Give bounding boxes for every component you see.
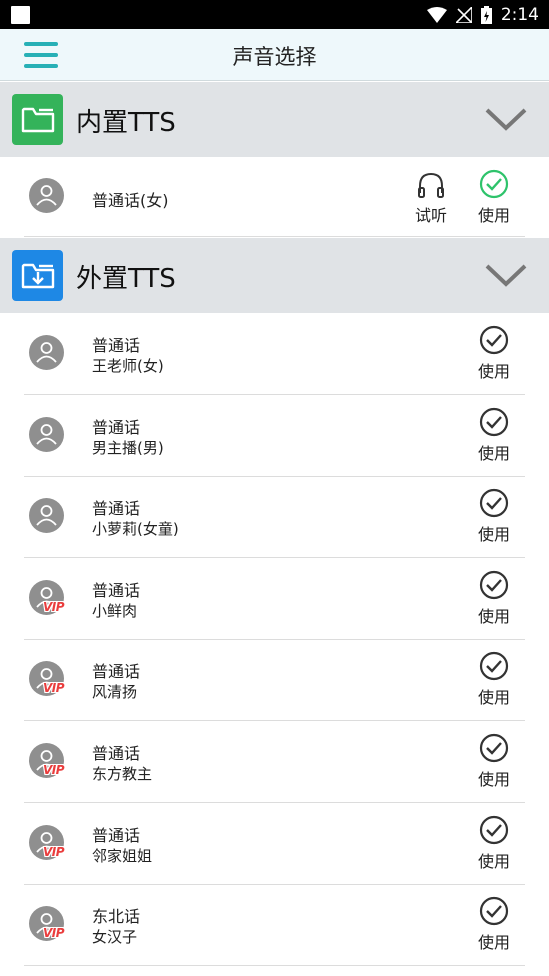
use-label: 使用 — [477, 362, 510, 381]
section-header-builtin-tts[interactable]: 内置TTS — [0, 82, 549, 157]
section-title: 内置TTS — [76, 108, 176, 138]
voice-name: 东方教主 — [92, 765, 153, 783]
clock: 2:14 — [500, 4, 539, 25]
avatar: VIP — [29, 661, 65, 696]
check-circle-icon — [479, 325, 509, 355]
avatar: VIP — [29, 580, 65, 615]
list-item[interactable]: 普通话男主播(男) 使用 — [0, 395, 549, 477]
check-circle-icon — [479, 169, 509, 199]
use-label: 使用 — [477, 933, 510, 952]
list-item[interactable]: 普通话王老师(女) 使用 — [0, 313, 549, 395]
use-label: 使用 — [477, 444, 510, 463]
voice-name: 王老师(女) — [92, 357, 164, 375]
avatar — [29, 498, 64, 533]
use-button[interactable]: 使用 — [471, 325, 517, 382]
headphones-icon — [418, 172, 444, 198]
avatar — [29, 178, 64, 213]
voice-language: 普通话 — [92, 662, 141, 681]
page-title: 声音选择 — [232, 45, 317, 69]
preview-label: 试听 — [414, 206, 447, 225]
voice-name: 普通话(女) — [92, 191, 169, 210]
voice-name: 男主播(男) — [92, 439, 164, 457]
voice-name: 邻家姐姐 — [92, 847, 153, 865]
use-label: 使用 — [477, 770, 510, 789]
avatar — [29, 335, 64, 370]
vip-badge: VIP — [43, 600, 65, 614]
use-button[interactable]: 使用 — [471, 407, 517, 464]
voice-language: 普通话 — [92, 499, 141, 518]
list-item[interactable]: 普通话小萝莉(女童) 使用 — [0, 476, 549, 558]
app-bar: 声音选择 — [0, 29, 549, 81]
use-label: 使用 — [477, 852, 510, 871]
no-signal-icon — [455, 6, 472, 23]
section-title: 外置TTS — [76, 264, 176, 294]
chevron-down-icon[interactable] — [485, 260, 527, 290]
use-label: 使用 — [477, 206, 510, 225]
voice-language: 东北话 — [92, 907, 141, 926]
avatar: VIP — [29, 743, 65, 778]
use-label: 使用 — [477, 688, 510, 707]
use-button[interactable]: 使用 — [471, 651, 517, 708]
check-circle-icon — [479, 407, 509, 437]
list-item[interactable]: VIP 普通话小鲜肉 使用 — [0, 558, 549, 640]
preview-button[interactable]: 试听 — [408, 171, 454, 226]
voice-language: 普通话 — [92, 581, 141, 600]
vip-badge: VIP — [43, 845, 65, 859]
avatar: VIP — [29, 906, 65, 941]
list-item[interactable]: VIP 东北话女汉子 使用 — [0, 884, 549, 966]
list-item[interactable]: 普通话(女) 试听 使用 — [0, 157, 549, 237]
chevron-down-icon[interactable] — [485, 104, 527, 134]
check-circle-icon — [479, 488, 509, 518]
voice-language: 普通话 — [92, 418, 141, 437]
use-button[interactable]: 使用 — [471, 733, 517, 790]
use-label: 使用 — [477, 525, 510, 544]
use-button[interactable]: 使用 — [471, 815, 517, 872]
folder-download-icon — [12, 250, 63, 301]
divider — [24, 965, 525, 966]
vip-badge: VIP — [43, 763, 65, 777]
voice-language: 普通话 — [92, 744, 141, 763]
use-label: 使用 — [477, 607, 510, 626]
divider — [24, 236, 525, 237]
section-header-external-tts[interactable]: 外置TTS — [0, 238, 549, 313]
folder-icon — [12, 94, 63, 145]
list-item[interactable]: VIP 普通话东方教主 使用 — [0, 721, 549, 803]
check-circle-icon — [479, 570, 509, 600]
voice-language: 普通话 — [92, 826, 141, 845]
vip-badge: VIP — [43, 926, 65, 940]
voice-name: 女汉子 — [92, 928, 138, 946]
vip-badge: VIP — [43, 681, 65, 695]
use-button[interactable]: 使用 — [471, 570, 517, 627]
battery-charging-icon — [480, 5, 492, 24]
list-item[interactable]: VIP 普通话邻家姐姐 使用 — [0, 803, 549, 885]
status-bar: 2:14 — [0, 0, 549, 29]
use-button-selected[interactable]: 使用 — [471, 169, 517, 226]
voice-name: 小鲜肉 — [92, 602, 138, 620]
voice-language: 普通话 — [92, 336, 141, 355]
check-circle-icon — [479, 896, 509, 926]
wifi-icon — [426, 6, 447, 23]
check-circle-icon — [479, 815, 509, 845]
list-item[interactable]: VIP 普通话风清扬 使用 — [0, 639, 549, 721]
check-circle-icon — [479, 733, 509, 763]
avatar: VIP — [29, 825, 65, 860]
use-button[interactable]: 使用 — [471, 896, 517, 953]
use-button[interactable]: 使用 — [471, 488, 517, 545]
avatar — [29, 417, 64, 452]
notification-icon — [11, 6, 30, 24]
voice-name: 风清扬 — [92, 683, 138, 701]
voice-name: 小萝莉(女童) — [92, 520, 179, 538]
check-circle-icon — [479, 651, 509, 681]
